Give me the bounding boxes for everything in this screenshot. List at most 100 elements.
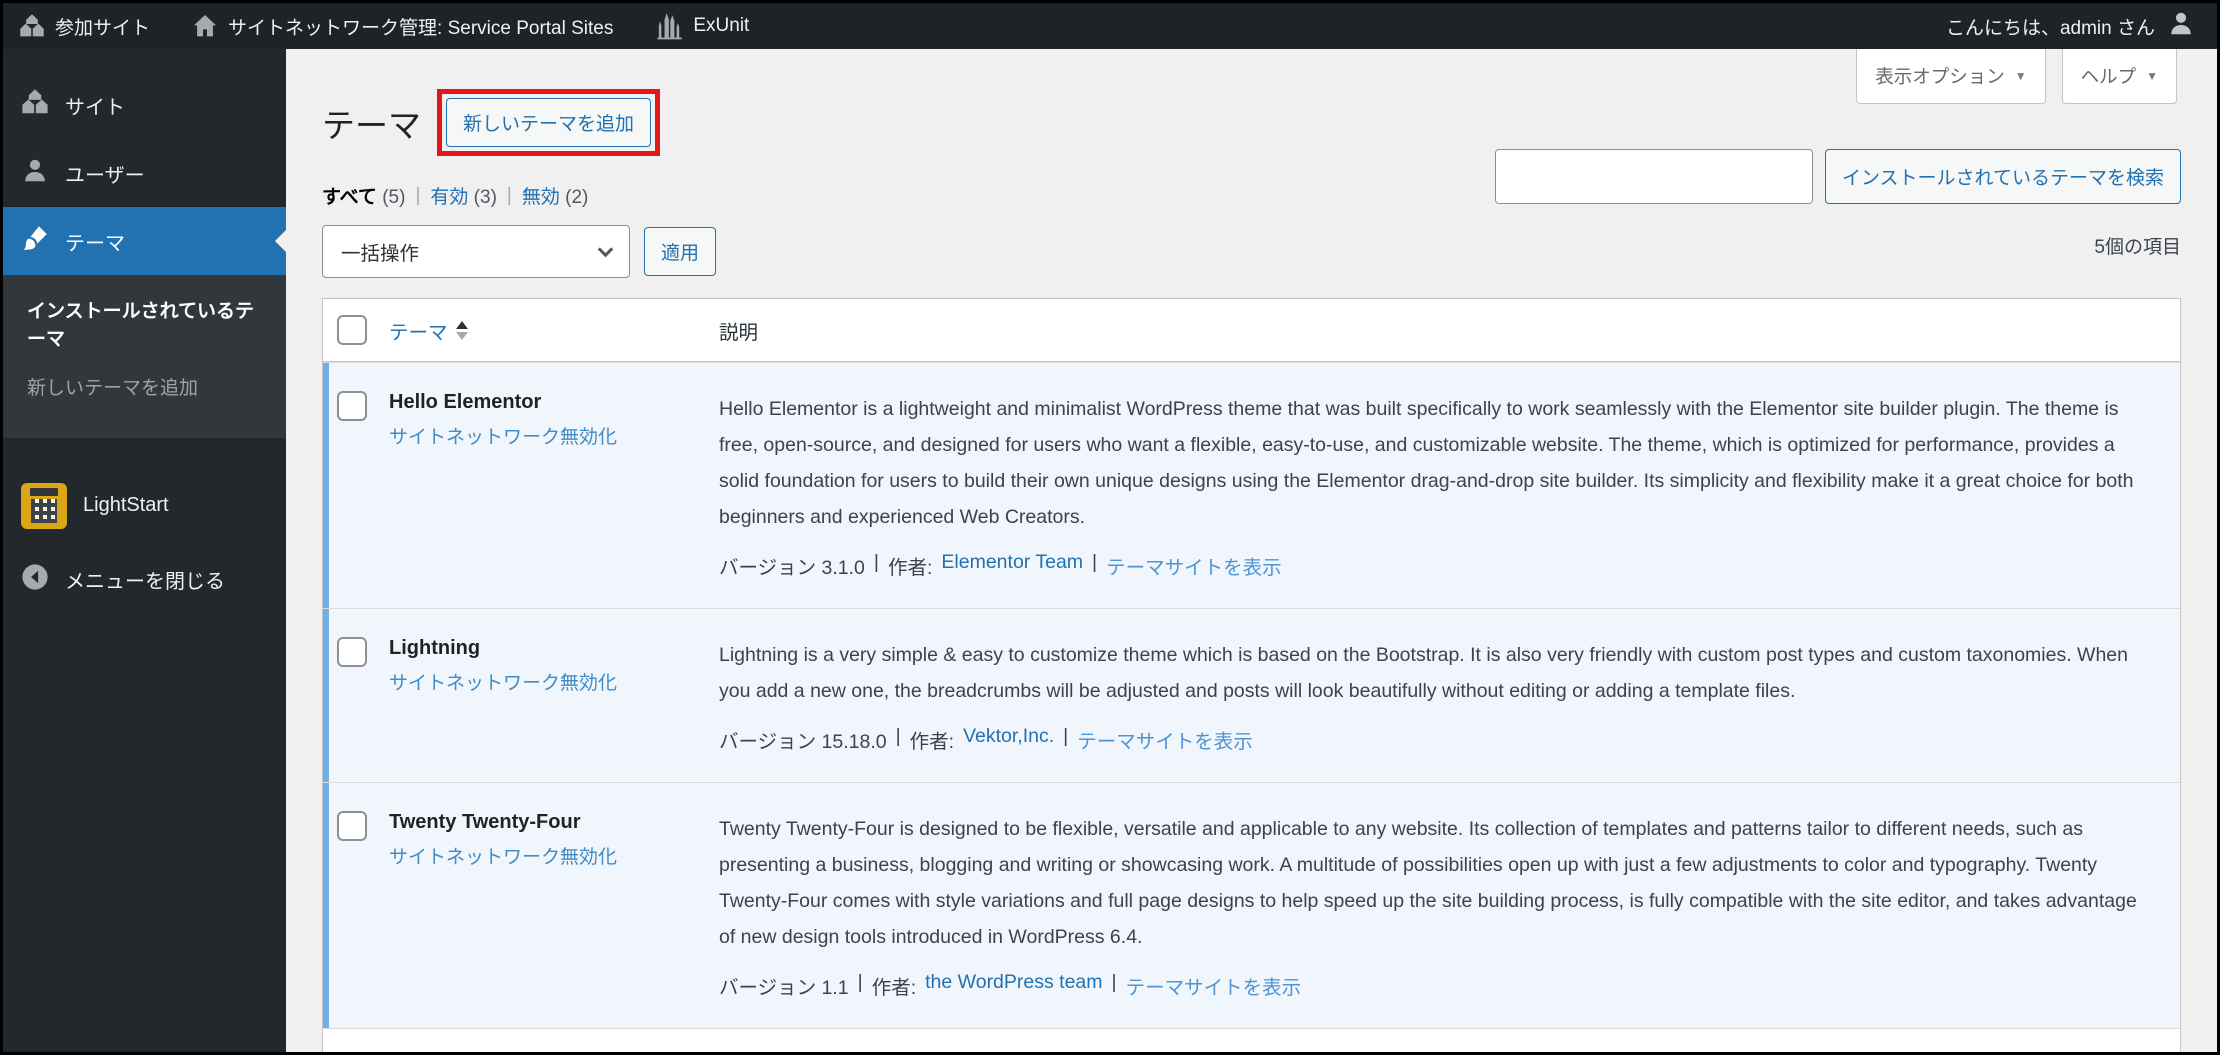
view-theme-site-link[interactable]: テーマサイトを表示 (1126, 971, 1302, 1000)
bulk-action-select[interactable]: 一括操作 (322, 225, 630, 278)
sidebar-item-themes-label: テーマ (65, 232, 125, 255)
theme-description: Lightning is a very simple & easy to cus… (719, 644, 2128, 702)
filter-enabled[interactable]: 有効 (3) (430, 182, 497, 209)
screen-options-label: 表示オプション (1875, 66, 2005, 87)
admin-sidebar: サイト ユーザー テーマ インストールされているテーマ 新しいテーマを追加 Li… (3, 49, 286, 1052)
submenu-add-new-theme[interactable]: 新しいテーマを追加 (3, 364, 286, 414)
network-sites-icon (19, 13, 45, 39)
column-header-description: 説明 (719, 321, 759, 344)
search-installed-themes-button[interactable]: インストールされているテーマを検索 (1824, 149, 2181, 204)
table-header-row: テーマ 説明 (323, 299, 2180, 362)
help-tab[interactable]: ヘルプ ▼ (2061, 49, 2177, 104)
sort-icon (455, 320, 468, 340)
themes-submenu: インストールされているテーマ 新しいテーマを追加 (3, 275, 286, 438)
sidebar-item-users-label: ユーザー (65, 164, 145, 187)
network-disable-link[interactable]: サイトネットワーク無効化 (389, 668, 617, 695)
screen-options-tab[interactable]: 表示オプション ▼ (1856, 49, 2046, 104)
theme-search-input[interactable] (1494, 149, 1813, 204)
sidebar-separator (3, 438, 286, 466)
author-link[interactable]: Elementor Team (941, 551, 1083, 580)
select-all-checkbox[interactable] (337, 315, 367, 345)
row-checkbox[interactable] (337, 391, 367, 421)
theme-description: Twenty Twenty-Four is designed to be fle… (719, 818, 2137, 948)
column-header-theme[interactable]: テーマ (389, 316, 468, 345)
admin-bar-exunit-label: ExUnit (693, 15, 750, 36)
page-title: テーマ (322, 106, 421, 144)
meta-separator: | (1111, 971, 1117, 993)
apply-button[interactable]: 適用 (644, 227, 717, 276)
filter-disabled[interactable]: 無効 (2) (522, 182, 589, 209)
submenu-installed-themes[interactable]: インストールされているテーマ (3, 287, 286, 364)
admin-bar-my-sites[interactable]: 参加サイト (19, 13, 150, 40)
avatar-icon (2167, 9, 2195, 43)
theme-meta: バージョン 15.18.0 | 作者: Vektor,Inc. | テーマサイト… (719, 725, 2140, 754)
filter-all[interactable]: すべて (5) (322, 182, 405, 209)
theme-name: Twenty Twenty-Four (389, 811, 581, 833)
chevron-down-icon: ▼ (2014, 69, 2027, 83)
sidebar-item-themes[interactable]: テーマ (3, 207, 286, 275)
author-link[interactable]: Vektor,Inc. (963, 725, 1054, 754)
submenu-add-new-theme-label: 新しいテーマを追加 (27, 378, 199, 400)
theme-version: バージョン 3.1.0 (719, 557, 865, 579)
chevron-down-icon (597, 241, 614, 257)
theme-description: Hello Elementor is a lightweight and min… (719, 398, 2134, 528)
red-annotation-box: 新しいテーマを追加 (437, 89, 661, 156)
help-label: ヘルプ (2080, 66, 2137, 87)
author-label: 作者: (909, 731, 955, 753)
chevron-down-icon: ▼ (2146, 69, 2158, 83)
sidebar-item-sites-label: サイト (65, 96, 125, 119)
sites-icon (21, 88, 49, 122)
admin-bar: 参加サイト サイトネットワーク管理: Service Portal Sites (3, 3, 2217, 49)
theme-version: バージョン 1.1 (719, 977, 849, 999)
view-theme-site-link[interactable]: テーマサイトを表示 (1077, 725, 1253, 754)
meta-separator: | (1063, 725, 1069, 747)
admin-bar-my-sites-label: 参加サイト (55, 17, 151, 39)
sidebar-item-lightstart[interactable]: LightStart (3, 466, 286, 546)
add-new-theme-button[interactable]: 新しいテーマを追加 (446, 98, 652, 147)
row-checkbox[interactable] (337, 811, 367, 841)
meta-separator: | (1092, 551, 1098, 573)
meta-separator: | (857, 971, 863, 993)
theme-name: Lightning (389, 637, 481, 659)
sidebar-item-users[interactable]: ユーザー (3, 139, 286, 207)
bulk-action-selected-value: 一括操作 (341, 243, 420, 265)
sidebar-item-collapse-menu[interactable]: メニューを閉じる (3, 546, 286, 614)
items-count: 5個の項目 (2094, 237, 2181, 258)
submenu-installed-themes-label: インストールされているテーマ (27, 301, 255, 350)
filter-enabled-count: (3) (473, 187, 497, 208)
network-disable-link[interactable]: サイトネットワーク無効化 (389, 422, 617, 449)
sidebar-item-lightstart-label: LightStart (83, 494, 169, 517)
admin-bar-greeting: こんにちは、admin さん (1945, 17, 2155, 39)
author-link[interactable]: the WordPress team (925, 971, 1102, 1000)
network-disable-link[interactable]: サイトネットワーク無効化 (389, 842, 617, 869)
brush-icon (21, 224, 49, 258)
castle-icon (655, 12, 683, 40)
users-icon (21, 156, 49, 190)
collapse-icon (21, 563, 49, 597)
screen-meta-links: 表示オプション ▼ ヘルプ ▼ (1856, 49, 2177, 104)
filter-all-label: すべて (322, 187, 377, 208)
filter-disabled-count: (2) (565, 187, 589, 208)
sidebar-item-collapse-label: メニューを閉じる (65, 571, 225, 594)
filter-enabled-label: 有効 (430, 187, 469, 208)
filter-separator: | (415, 184, 421, 206)
table-row: Hello Elementor サイトネットワーク無効化 Hello Eleme… (323, 362, 2180, 608)
author-label: 作者: (871, 977, 917, 999)
admin-bar-exunit[interactable]: ExUnit (655, 12, 749, 40)
sidebar-item-sites[interactable]: サイト (3, 71, 286, 139)
admin-bar-network-admin-label: サイトネットワーク管理: Service Portal Sites (228, 17, 614, 39)
theme-name: Hello Elementor (389, 391, 542, 413)
filter-disabled-label: 無効 (521, 187, 560, 208)
column-header-theme-label: テーマ (389, 321, 448, 344)
admin-bar-network-admin[interactable]: サイトネットワーク管理: Service Portal Sites (192, 13, 613, 40)
table-row: Lightning サイトネットワーク無効化 Lightning is a ve… (323, 608, 2180, 782)
view-theme-site-link[interactable]: テーマサイトを表示 (1106, 551, 1282, 580)
admin-bar-account[interactable]: こんにちは、admin さん (1946, 9, 2195, 43)
themes-table: テーマ 説明 Hello Elementor サイトネットワーク無効化 Hell… (322, 298, 2181, 1052)
meta-separator: | (895, 725, 901, 747)
theme-meta: バージョン 3.1.0 | 作者: Elementor Team | テーマサイ… (719, 551, 2140, 580)
theme-meta: バージョン 1.1 | 作者: the WordPress team | テーマ… (719, 971, 2140, 1000)
row-checkbox[interactable] (337, 637, 367, 667)
author-label: 作者: (887, 557, 933, 579)
wordpress-network-themes-page: 参加サイト サイトネットワーク管理: Service Portal Sites (0, 0, 2220, 1055)
